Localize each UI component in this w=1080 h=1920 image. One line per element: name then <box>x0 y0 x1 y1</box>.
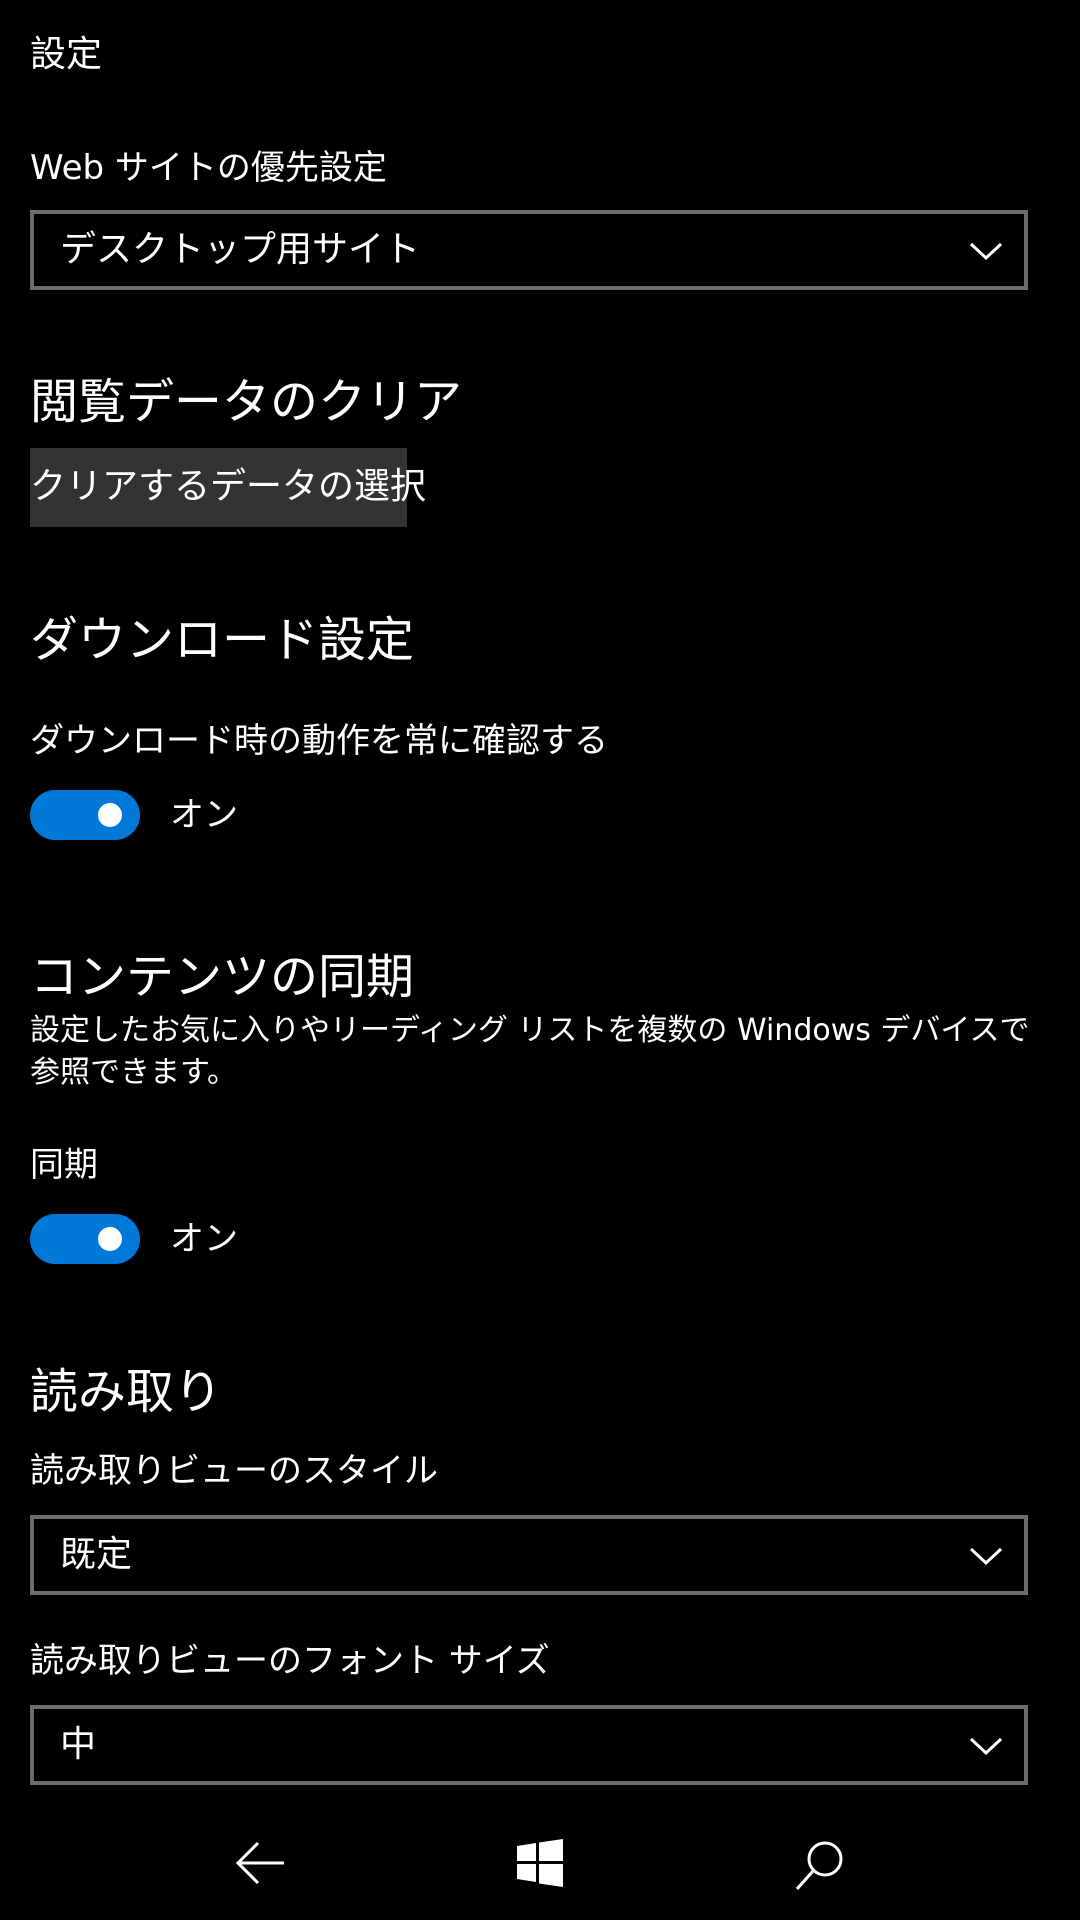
clear-browsing-heading: 閲覧データのクリア <box>30 374 463 430</box>
website-preference-label: Web サイトの優先設定 <box>30 148 387 188</box>
download-ask-toggle[interactable] <box>30 790 140 840</box>
page-title: 設定 <box>30 34 103 75</box>
reading-font-size-dropdown[interactable]: 中 <box>30 1705 1028 1785</box>
sync-heading: コンテンツの同期 <box>30 949 415 1005</box>
downloads-heading: ダウンロード設定 <box>30 612 415 668</box>
start-button[interactable] <box>500 1830 580 1900</box>
back-button[interactable] <box>220 1830 300 1900</box>
windows-logo-icon <box>517 1839 563 1887</box>
sync-label: 同期 <box>30 1145 98 1185</box>
sync-description: 設定したお気に入りやリーディング リストを複数の Windows デバイスで参照… <box>30 1013 1030 1090</box>
reading-font-size-value: 中 <box>60 1724 97 1765</box>
toggle-knob <box>98 803 122 827</box>
reading-heading: 読み取り <box>30 1364 223 1420</box>
reading-style-label: 読み取りビューのスタイル <box>30 1451 438 1491</box>
reading-style-value: 既定 <box>60 1534 133 1575</box>
download-ask-label: ダウンロード時の動作を常に確認する <box>30 721 608 761</box>
chevron-down-icon <box>968 1729 1004 1761</box>
reading-font-size-label: 読み取りビューのフォント サイズ <box>30 1641 550 1681</box>
back-arrow-icon <box>235 1841 284 1885</box>
download-ask-toggle-text: オン <box>170 795 238 835</box>
sync-toggle[interactable] <box>30 1214 140 1264</box>
chevron-down-icon <box>968 234 1004 266</box>
choose-data-to-clear-button[interactable]: クリアするデータの選択 <box>30 448 427 527</box>
search-button[interactable] <box>780 1830 860 1900</box>
reading-style-dropdown[interactable]: 既定 <box>30 1515 1028 1595</box>
website-preference-value: デスクトップ用サイト <box>60 229 421 270</box>
navigation-bar <box>0 1810 1080 1920</box>
toggle-knob <box>98 1227 122 1251</box>
search-icon <box>795 1841 843 1890</box>
sync-toggle-text: オン <box>170 1219 238 1259</box>
website-preference-dropdown[interactable]: デスクトップ用サイト <box>30 210 1028 290</box>
chevron-down-icon <box>968 1539 1004 1571</box>
choose-data-to-clear-label: クリアするデータの選択 <box>30 466 427 507</box>
